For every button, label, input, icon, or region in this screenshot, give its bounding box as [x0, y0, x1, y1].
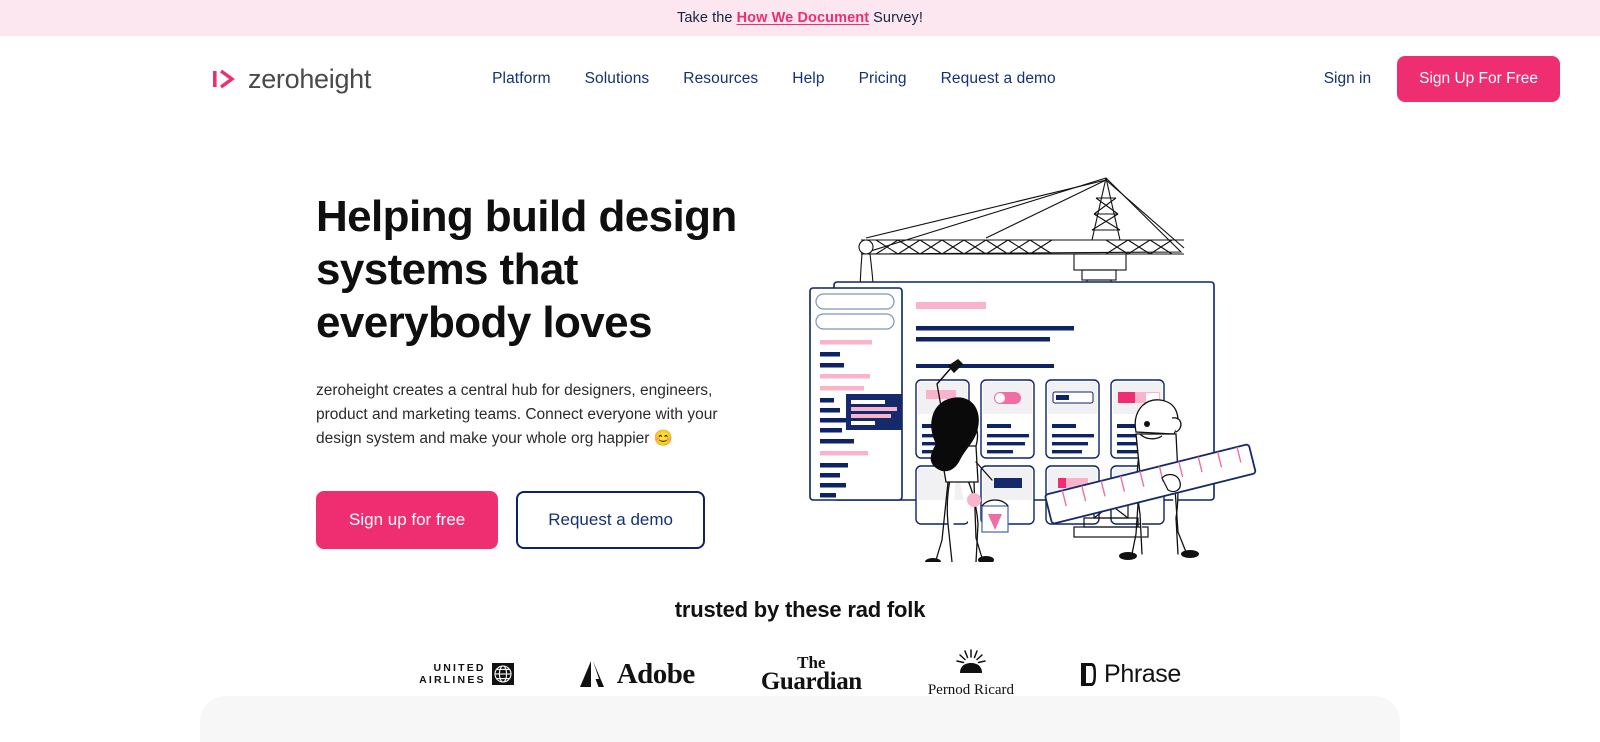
- site-header: zeroheight Platform Solutions Resources …: [0, 36, 1600, 122]
- adobe-a-icon: [579, 660, 604, 687]
- phrase-logo: Phrase: [1080, 660, 1181, 689]
- pernod-ricard-logo: Pernod Ricard: [928, 649, 1014, 699]
- banner-prefix: Take the: [676, 10, 733, 26]
- united-airlines-line2: AIRLINES: [419, 674, 486, 686]
- trusted-by-title: trusted by these rad folk: [674, 597, 926, 622]
- header-actions: Sign in Sign Up For Free: [1324, 56, 1560, 102]
- hero-copy: Helping build design systems that everyb…: [316, 182, 746, 567]
- united-airlines-line1: UNITED: [433, 662, 486, 674]
- guardian-wordmark: Guardian: [760, 668, 862, 696]
- banner-survey-link[interactable]: How We Document: [737, 10, 870, 26]
- request-a-demo-cta[interactable]: Request a demo: [516, 491, 705, 549]
- sign-up-for-free-cta[interactable]: Sign up for free: [316, 491, 499, 549]
- nav-item-platform[interactable]: Platform: [475, 62, 568, 96]
- phrase-wordmark: Phrase: [1104, 659, 1181, 688]
- sign-up-for-free-button[interactable]: Sign Up For Free: [1397, 56, 1560, 102]
- page-title: Helping build design systems that everyb…: [316, 192, 737, 347]
- landing-page: Take the How We Document Survey! zerohei…: [0, 0, 1600, 742]
- hero-section: Helping build design systems that everyb…: [0, 122, 1600, 567]
- the-guardian-logo: The Guardian: [760, 654, 862, 696]
- nav-item-resources[interactable]: Resources: [666, 62, 775, 96]
- sign-in-link[interactable]: Sign in: [1324, 70, 1371, 88]
- crane-building-design-system-illustration: [809, 177, 1257, 566]
- logo[interactable]: zeroheight: [213, 64, 371, 95]
- client-logo-row: UNITED AIRLINES Adobe The Guardian Perno…: [0, 649, 1600, 699]
- adobe-wordmark: Adobe: [616, 657, 696, 690]
- zeroheight-chevron-icon: [213, 69, 235, 89]
- announcement-banner: Take the How We Document Survey!: [0, 0, 1600, 36]
- banner-suffix: Survey!: [873, 10, 924, 26]
- nav-item-pricing[interactable]: Pricing: [842, 62, 924, 96]
- trusted-by-section: trusted by these rad folk UNITED AIRLINE…: [0, 597, 1600, 699]
- hero-cta-group: Sign up for free Request a demo: [316, 491, 746, 549]
- logo-text: zeroheight: [248, 63, 372, 94]
- main-nav: Platform Solutions Resources Help Pricin…: [475, 62, 1073, 96]
- nav-item-solutions[interactable]: Solutions: [568, 62, 667, 96]
- pernod-sunburst-icon: [956, 649, 986, 673]
- united-globe-icon: [491, 663, 514, 685]
- nav-item-help[interactable]: Help: [775, 62, 841, 96]
- phrase-mark-icon: [1081, 662, 1097, 686]
- nav-item-request-a-demo[interactable]: Request a demo: [924, 62, 1073, 96]
- adobe-logo: Adobe: [579, 657, 696, 691]
- next-section-panel: [200, 696, 1400, 742]
- hero-subtitle: zeroheight creates a central hub for des…: [316, 382, 718, 447]
- united-airlines-logo: UNITED AIRLINES: [419, 662, 514, 686]
- hero-illustration: [806, 162, 1560, 567]
